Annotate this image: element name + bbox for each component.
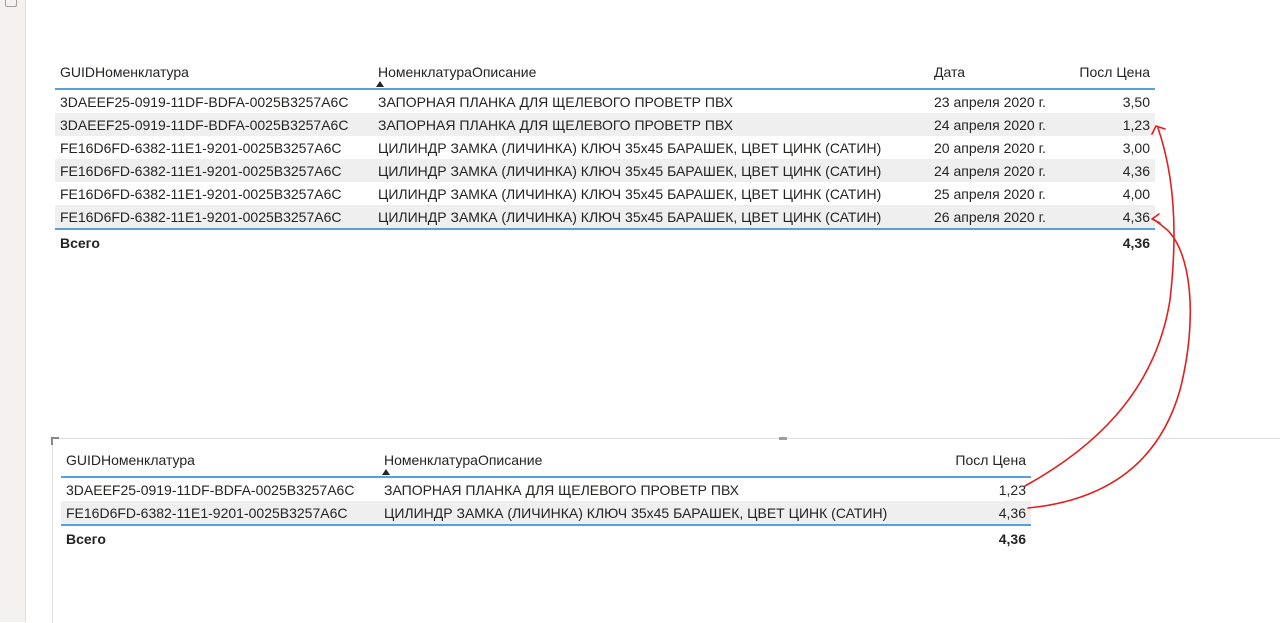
table-row[interactable]: FE16D6FD-6382-11E1-9201-0025B3257A6C ЦИЛ… — [55, 205, 1155, 230]
top-table-visual[interactable]: GUIDНоменклатура НоменклатураОписание Да… — [55, 55, 1155, 255]
table-row[interactable]: 3DAEEF25-0919-11DF-BDFA-0025B3257A6C ЗАП… — [55, 89, 1155, 113]
cell-last-price: 4,00 — [1122, 185, 1150, 202]
cell-date: 24 апреля 2020 г. — [929, 113, 1059, 136]
column-header-last-price[interactable]: Посл Цена — [935, 443, 1031, 478]
column-header-label: Посл Цена — [1079, 63, 1150, 80]
table-row[interactable]: 3DAEEF25-0919-11DF-BDFA-0025B3257A6C ЗАП… — [61, 477, 1031, 501]
table-row[interactable]: 3DAEEF25-0919-11DF-BDFA-0025B3257A6C ЗАП… — [55, 113, 1155, 136]
bottom-table-visual[interactable]: GUIDНоменклатура НоменклатураОписание По… — [51, 437, 1280, 623]
total-empty-cell — [929, 229, 1059, 256]
cell-date: 25 апреля 2020 г. — [934, 185, 1046, 202]
total-value: 4,36 — [1122, 235, 1150, 251]
column-header-last-price[interactable]: Посл Цена — [1059, 55, 1155, 90]
column-header-label: Дата — [934, 63, 966, 80]
cell-date: 20 апреля 2020 г. — [934, 139, 1046, 156]
table-row[interactable]: FE16D6FD-6382-11E1-9201-0025B3257A6C ЦИЛ… — [61, 501, 1031, 526]
cell-last-price: 4,36 — [935, 501, 1031, 526]
table-row[interactable]: FE16D6FD-6382-11E1-9201-0025B3257A6C ЦИЛ… — [55, 182, 1155, 205]
column-header-date[interactable]: Дата — [929, 55, 1059, 90]
cell-description: ЦИЛИНДР ЗАМКА (ЛИЧИНКА) КЛЮЧ 35х45 БАРАШ… — [373, 205, 929, 230]
cell-date: 26 апреля 2020 г. — [929, 205, 1059, 230]
cell-description: ЗАПОРНАЯ ПЛАНКА ДЛЯ ЩЕЛЕВОГО ПРОВЕТР ПВХ — [378, 93, 734, 110]
table-row[interactable]: FE16D6FD-6382-11E1-9201-0025B3257A6C ЦИЛ… — [55, 159, 1155, 182]
column-header-description[interactable]: НоменклатураОписание — [373, 55, 929, 90]
left-rail — [0, 0, 26, 622]
cell-last-price: 1,23 — [998, 481, 1026, 498]
top-table: GUIDНоменклатура НоменклатураОписание Да… — [55, 55, 1155, 256]
bottom-table-header-row: GUIDНоменклатура НоменклатураОписание По… — [61, 443, 1031, 478]
page-icon[interactable] — [5, 0, 17, 7]
column-header-label: НоменклатураОписание — [384, 451, 543, 468]
cell-last-price: 3,50 — [1122, 93, 1150, 110]
total-row: Всего 4,36 — [55, 229, 1155, 256]
cell-guid: 3DAEEF25-0919-11DF-BDFA-0025B3257A6C — [66, 481, 355, 498]
cell-guid: FE16D6FD-6382-11E1-9201-0025B3257A6C — [60, 185, 342, 202]
table-row[interactable]: FE16D6FD-6382-11E1-9201-0025B3257A6C ЦИЛ… — [55, 136, 1155, 159]
cell-guid: FE16D6FD-6382-11E1-9201-0025B3257A6C — [60, 139, 342, 156]
bottom-table: GUIDНоменклатура НоменклатураОписание По… — [61, 443, 1031, 552]
cell-guid: FE16D6FD-6382-11E1-9201-0025B3257A6C — [55, 159, 373, 182]
total-label: Всего — [66, 531, 106, 547]
column-header-label: НоменклатураОписание — [378, 63, 537, 80]
cell-date: 23 апреля 2020 г. — [934, 93, 1046, 110]
cell-last-price: 1,23 — [1059, 113, 1155, 136]
cell-guid: FE16D6FD-6382-11E1-9201-0025B3257A6C — [55, 205, 373, 230]
total-row: Всего 4,36 — [61, 525, 1031, 552]
sort-ascending-icon — [382, 469, 390, 475]
total-empty-cell — [379, 525, 935, 552]
cell-guid: FE16D6FD-6382-11E1-9201-0025B3257A6C — [61, 501, 379, 526]
visual-focus-corner[interactable] — [51, 437, 59, 445]
cell-description: ЦИЛИНДР ЗАМКА (ЛИЧИНКА) КЛЮЧ 35х45 БАРАШ… — [373, 159, 929, 182]
cell-description: ЗАПОРНАЯ ПЛАНКА ДЛЯ ЩЕЛЕВОГО ПРОВЕТР ПВХ — [384, 481, 740, 498]
cell-date: 24 апреля 2020 г. — [929, 159, 1059, 182]
cell-last-price: 4,36 — [1059, 205, 1155, 230]
cell-description: ЦИЛИНДР ЗАМКА (ЛИЧИНКА) КЛЮЧ 35х45 БАРАШ… — [378, 185, 882, 202]
cell-description: ЦИЛИНДР ЗАМКА (ЛИЧИНКА) КЛЮЧ 35х45 БАРАШ… — [378, 139, 882, 156]
cell-last-price: 4,36 — [1059, 159, 1155, 182]
cell-description: ЗАПОРНАЯ ПЛАНКА ДЛЯ ЩЕЛЕВОГО ПРОВЕТР ПВХ — [373, 113, 929, 136]
cell-description: ЦИЛИНДР ЗАМКА (ЛИЧИНКА) КЛЮЧ 35х45 БАРАШ… — [379, 501, 935, 526]
cell-guid: 3DAEEF25-0919-11DF-BDFA-0025B3257A6C — [55, 113, 373, 136]
visual-resize-handle[interactable] — [779, 437, 787, 440]
total-label: Всего — [60, 235, 100, 251]
cell-guid: 3DAEEF25-0919-11DF-BDFA-0025B3257A6C — [60, 93, 349, 110]
column-header-guid[interactable]: GUIDНоменклатура — [61, 443, 379, 478]
total-value: 4,36 — [998, 531, 1026, 547]
top-table-header-row: GUIDНоменклатура НоменклатураОписание Да… — [55, 55, 1155, 90]
column-header-description[interactable]: НоменклатураОписание — [379, 443, 935, 478]
sort-ascending-icon — [376, 81, 384, 87]
column-header-label: GUIDНоменклатура — [66, 451, 195, 468]
cell-last-price: 3,00 — [1122, 139, 1150, 156]
column-header-guid[interactable]: GUIDНоменклатура — [55, 55, 373, 90]
column-header-label: GUIDНоменклатура — [60, 63, 189, 80]
column-header-label: Посл Цена — [955, 451, 1026, 468]
total-empty-cell — [373, 229, 929, 256]
